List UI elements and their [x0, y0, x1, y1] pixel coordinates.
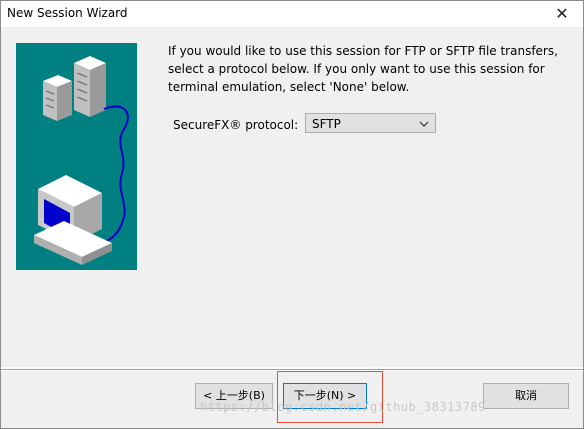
description-line: select a protocol below. If you only wan… [168, 62, 545, 76]
description-text: If you would like to use this session fo… [168, 42, 568, 96]
cancel-button[interactable]: 取消 [483, 383, 569, 409]
network-illustration [16, 43, 137, 270]
protocol-select[interactable]: SFTP [305, 113, 436, 133]
window-title: New Session Wizard [7, 6, 128, 20]
description-line: If you would like to use this session fo… [168, 44, 558, 58]
back-button[interactable]: < 上一步(B) [195, 383, 273, 409]
title-bar: New Session Wizard ✕ [1, 1, 583, 27]
button-bar: < 上一步(B) 下一步(N) > 取消 [1, 371, 583, 428]
next-button[interactable]: 下一步(N) > [283, 383, 367, 409]
close-icon[interactable]: ✕ [551, 3, 573, 25]
chevron-down-icon [419, 114, 429, 142]
protocol-select-value: SFTP [312, 117, 341, 131]
content-area: If you would like to use this session fo… [1, 27, 583, 367]
protocol-label: SecureFX® protocol: [173, 118, 299, 132]
description-line: terminal emulation, select 'None' below. [168, 80, 410, 94]
wizard-window: New Session Wizard ✕ If you would like t… [0, 0, 584, 429]
